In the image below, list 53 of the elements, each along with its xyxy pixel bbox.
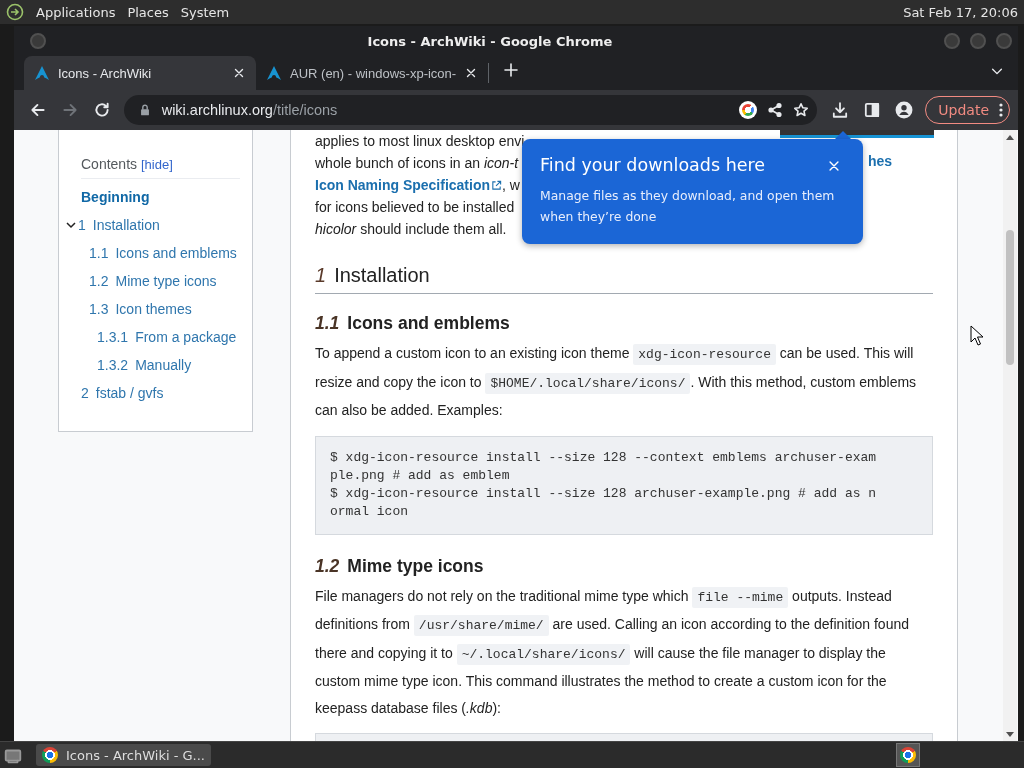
chrome-icon xyxy=(900,747,916,763)
share-icon xyxy=(767,102,784,118)
hide-link[interactable]: [hide] xyxy=(140,157,173,172)
close-icon xyxy=(827,159,841,173)
browser-tab[interactable]: Icons - ArchWiki xyxy=(24,56,256,90)
paragraph: To append a custom icon to an existing icon theme xdg-icon-resource can be used. This will resize and copy the icon to $HOME/.local/share/icons/ . With this method, custom emblems can also be added. Examples: xyxy=(315,343,918,420)
toc-link[interactable]: 1.3.2 Manually xyxy=(97,357,192,373)
taskbar-button[interactable]: Icons - ArchWiki - G... xyxy=(36,744,211,766)
arch-logo-icon xyxy=(266,65,282,81)
toc-link[interactable]: 1 Installation xyxy=(78,217,160,233)
scroll-down-icon[interactable] xyxy=(1006,732,1014,738)
panel-menu[interactable]: Places xyxy=(127,4,169,20)
toc-link[interactable]: 1.2 Mime type icons xyxy=(89,273,217,289)
window-title: Icons - ArchWiki - Google Chrome xyxy=(367,33,613,49)
scrollbar-thumb[interactable] xyxy=(1006,230,1014,365)
download-icon xyxy=(831,101,850,119)
subsection-heading: 1.1 Icons and emblems xyxy=(315,312,511,335)
wiki-link[interactable]: Icon Naming Specification xyxy=(315,177,503,193)
popup-title: Find your downloads here xyxy=(540,155,766,175)
toc-link[interactable]: 1.3 Icon themes xyxy=(89,301,192,317)
browser-tab[interactable]: AUR (en) - windows-xp-icon- xyxy=(256,56,488,90)
chevron-icon[interactable] xyxy=(65,219,77,231)
mouse-cursor-icon xyxy=(970,325,984,346)
plus-icon xyxy=(503,62,519,78)
panel-menu[interactable]: System xyxy=(180,4,230,20)
scrollbar[interactable] xyxy=(1003,130,1017,742)
close-button[interactable] xyxy=(827,159,841,173)
paragraph: File managers do not rely on the traditional mime type which file --mime outputs. Instead definitions from /usr/share/mime/ are used. Calling an icon according to the definition found there and copying it to ~/.local/share/icons/ will cause the file manager to display the custom mime type icon. This command illustrates the method to create a custom icon for the keepass database files (.kdb): xyxy=(315,585,910,718)
wiki-link[interactable]: hes xyxy=(867,150,892,172)
tab-close-icon xyxy=(232,66,246,80)
more-icon xyxy=(999,102,1003,118)
section-heading: 1 Installation xyxy=(315,262,933,294)
toc-link[interactable]: Beginning xyxy=(81,189,150,205)
toc-title: Contents xyxy=(81,156,138,172)
side-panel-icon xyxy=(863,101,882,119)
star-icon xyxy=(793,102,810,118)
clock[interactable]: Sat Feb 17, 20:06 xyxy=(903,4,1018,20)
mint-logo-icon[interactable] xyxy=(6,3,24,21)
code-block: $ xdg-icon-resource install --size 128 --context emblems archuser-exam ple.png # add as emblem $ xdg-icon-resource install --size 128 archuser-example.png # add as n ormal icon xyxy=(315,435,933,535)
popup-message: Manage files as they download, and open them when they’re done xyxy=(540,187,836,226)
google-icon[interactable] xyxy=(739,101,758,119)
toc-link[interactable]: 1.3.1 From a package xyxy=(97,329,237,345)
panel-menu[interactable]: Applications xyxy=(36,4,116,20)
address-bar[interactable]: wiki.archlinux.org/title/icons xyxy=(123,95,818,125)
scroll-up-icon[interactable] xyxy=(1006,134,1014,140)
tab-close-icon xyxy=(464,66,478,80)
profile-icon xyxy=(895,101,914,119)
arch-logo-icon xyxy=(34,65,50,81)
tray-button[interactable] xyxy=(896,743,920,767)
reload-arrow-icon xyxy=(92,101,111,119)
subsection-heading: 1.2 Mime type icons xyxy=(315,554,485,578)
toc-link[interactable]: 2 fstab / gvfs xyxy=(81,385,164,401)
toc-link[interactable]: 1.1 Icons and emblems xyxy=(89,245,237,261)
